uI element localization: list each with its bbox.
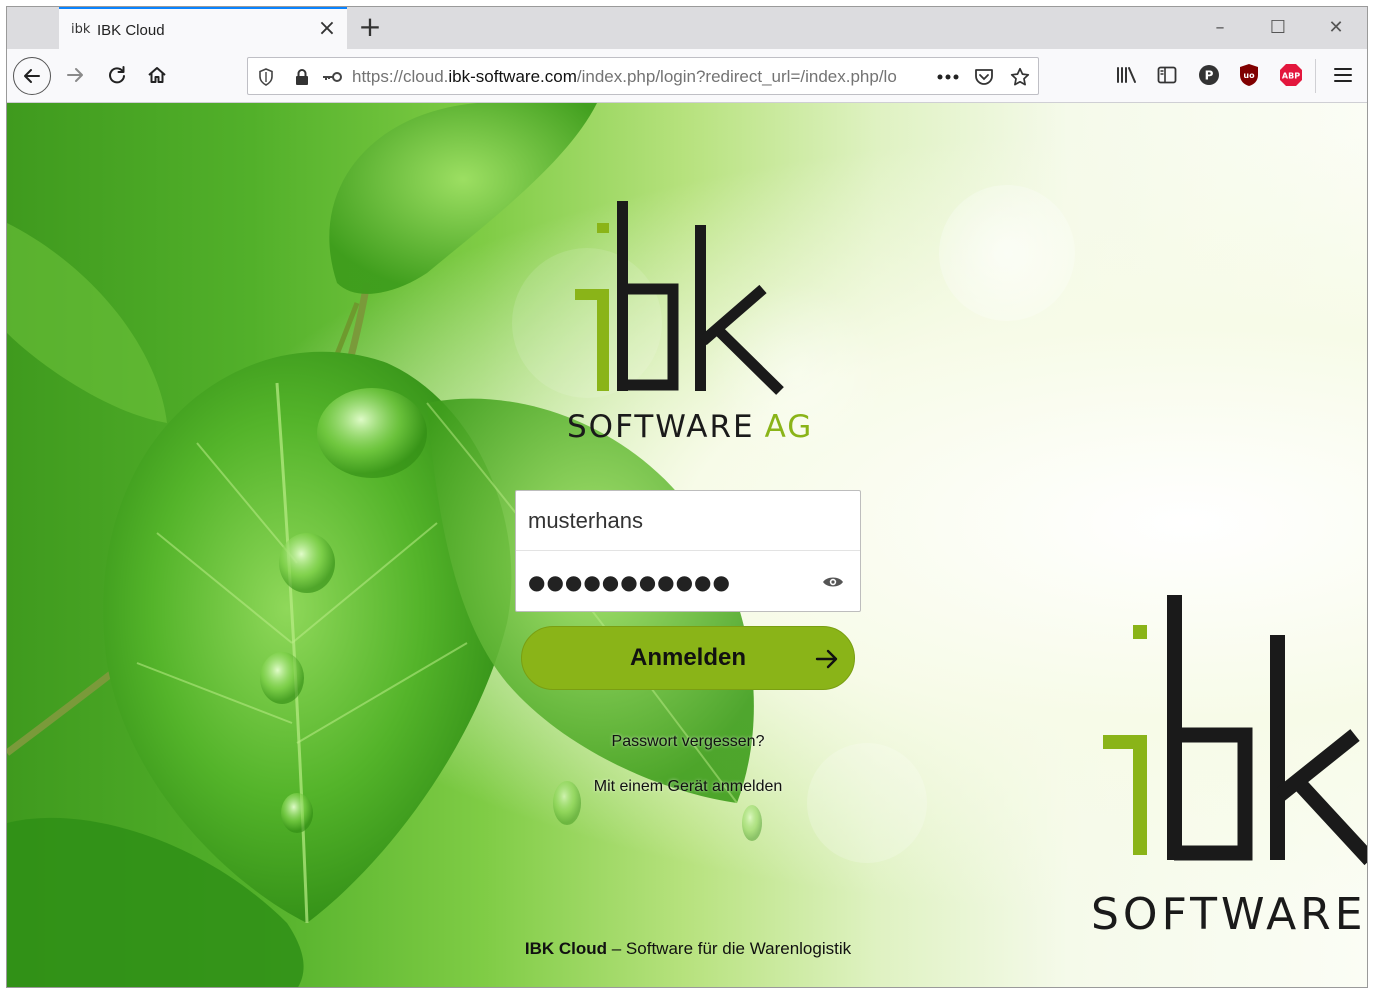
ibk-watermark-logo: SOFTWARE: [1091, 595, 1367, 940]
more-icon[interactable]: [936, 65, 960, 89]
abp-badge-text: ABP: [1282, 72, 1300, 81]
arrow-right-icon: [815, 649, 838, 669]
url-path: /index.php/login?redirect_url=/index.php…: [576, 67, 897, 86]
close-window-icon[interactable]: ✕: [1313, 13, 1359, 43]
url-domain: ibk-software.com: [448, 67, 577, 86]
minimize-icon[interactable]: –: [1197, 13, 1243, 43]
home-button[interactable]: [141, 59, 173, 91]
pdf-icon[interactable]: P: [1195, 61, 1223, 89]
pocket-icon[interactable]: [972, 65, 996, 89]
url-text[interactable]: https://cloud.ibk-software.com/index.php…: [352, 67, 934, 87]
logo-software-text: SOFTWARE: [567, 409, 755, 445]
ublock-icon[interactable]: uo: [1235, 61, 1263, 89]
tab-title: IBK Cloud: [97, 22, 165, 39]
watermark-software-text: SOFTWARE: [1091, 889, 1367, 940]
browser-window: ibk IBK Cloud × + – ☐ ✕ https://cloud.ib…: [6, 6, 1368, 988]
sidebar-icon[interactable]: [1153, 61, 1181, 89]
logo-ag-text: AG: [765, 409, 814, 445]
toolbar-separator: [1315, 59, 1316, 93]
star-icon[interactable]: [1008, 65, 1032, 89]
svg-text:SOFTWAREAG: SOFTWARE AG: [567, 409, 813, 445]
forward-icon: [67, 68, 83, 82]
eye-icon[interactable]: [822, 574, 844, 590]
ibk-software-logo: SOFTWARE AG: [567, 201, 813, 445]
username-input[interactable]: [516, 491, 860, 551]
reload-icon: [109, 66, 125, 84]
library-icon[interactable]: [1113, 61, 1141, 89]
navigation-toolbar: https://cloud.ibk-software.com/index.php…: [7, 49, 1367, 103]
password-mask: ●●●●●●●●●●●: [528, 570, 731, 594]
home-icon: [148, 67, 166, 83]
lock-icon[interactable]: [290, 65, 314, 89]
footer-tagline: – Software für die Warenlogistik: [607, 939, 852, 958]
back-button[interactable]: [13, 57, 51, 95]
tab-strip: ibk IBK Cloud × + – ☐ ✕: [7, 7, 1367, 49]
close-tab-icon[interactable]: ×: [315, 17, 339, 41]
login-form: ●●●●●●●●●●●: [515, 490, 861, 612]
key-icon[interactable]: [320, 65, 344, 89]
page-content: SOFTWAREAG ●●●●●●●●●●● Anmelden Passwort…: [7, 103, 1367, 987]
url-prefix: https://cloud.: [352, 67, 449, 86]
url-bar[interactable]: https://cloud.ibk-software.com/index.php…: [247, 57, 1039, 95]
menu-icon[interactable]: [1329, 61, 1357, 89]
maximize-icon[interactable]: ☐: [1255, 13, 1301, 43]
page-footer: IBK Cloud – Software für die Warenlogist…: [7, 939, 1367, 959]
tab-ibk-cloud[interactable]: ibk IBK Cloud ×: [59, 7, 347, 49]
back-icon: [24, 69, 40, 83]
footer-brand: IBK Cloud: [524, 939, 608, 958]
ibk-favicon-icon: ibk: [71, 22, 91, 37]
reload-button[interactable]: [101, 59, 133, 91]
login-button-label: Anmelden: [629, 644, 746, 671]
abp-icon[interactable]: ABP: [1277, 61, 1305, 89]
new-tab-button[interactable]: +: [355, 13, 385, 43]
shield-icon[interactable]: [254, 65, 278, 89]
login-button[interactable]: Anmelden: [521, 626, 855, 690]
ublock-badge-text: uo: [1243, 71, 1255, 80]
pdf-badge-text: P: [1205, 69, 1214, 83]
forward-button[interactable]: [59, 59, 91, 91]
